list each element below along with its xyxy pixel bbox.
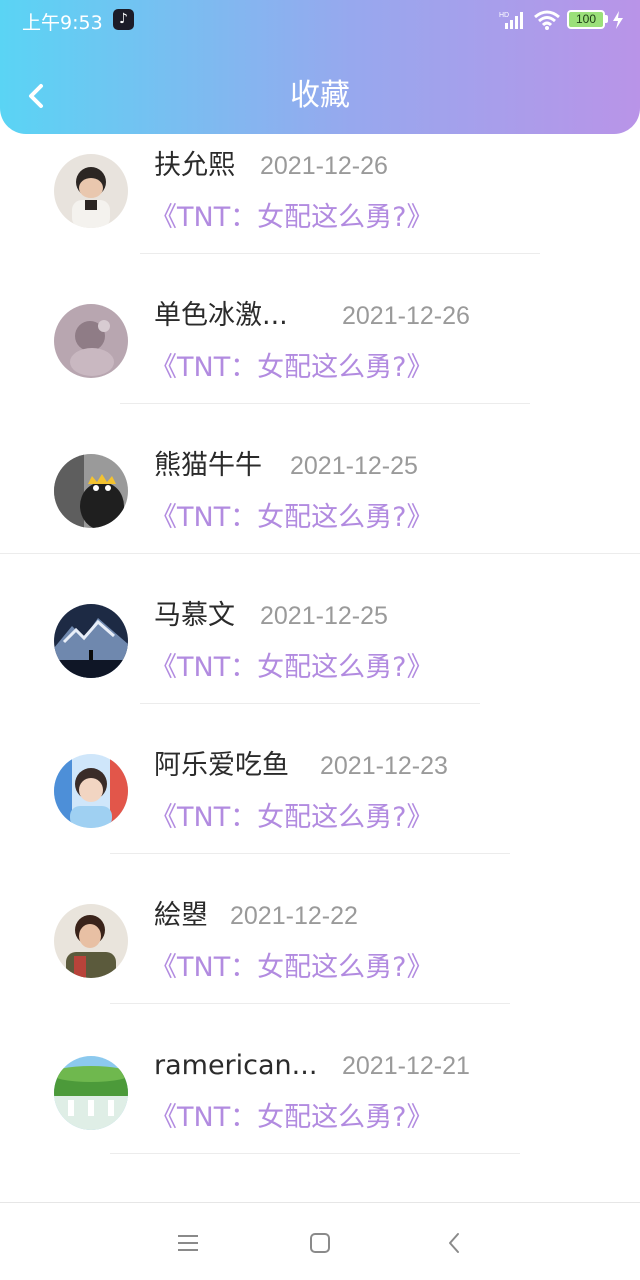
back-triangle-icon xyxy=(449,1233,459,1253)
user-name: 絵曌 xyxy=(154,900,208,931)
divider xyxy=(120,403,530,404)
list-item[interactable]: 熊猫牛牛 2021-12-25 《TNT：女配这么勇?》 xyxy=(0,434,640,584)
book-title-link[interactable]: 《TNT：女配这么勇?》 xyxy=(150,500,434,536)
list-item[interactable]: ramerican... 2021-12-21 《TNT：女配这么勇?》 xyxy=(0,1034,640,1184)
avatar-image xyxy=(54,154,128,228)
divider xyxy=(110,1003,510,1004)
list-item[interactable]: 絵曌 2021-12-22 《TNT：女配这么勇?》 xyxy=(0,884,640,1034)
divider xyxy=(140,253,540,254)
avatar-image xyxy=(54,604,128,678)
battery-indicator: 100 xyxy=(567,10,605,29)
user-name: 马慕文 xyxy=(154,600,235,631)
home-button[interactable] xyxy=(302,1225,338,1261)
book-title-link[interactable]: 《TNT：女配这么勇?》 xyxy=(150,800,434,836)
divider xyxy=(0,553,640,554)
list-item[interactable]: 单色冰激... 2021-12-26 《TNT：女配这么勇?》 xyxy=(0,284,640,434)
avatar[interactable] xyxy=(54,904,128,978)
avatar-image xyxy=(54,904,128,978)
date: 2021-12-22 xyxy=(230,902,358,930)
list-item[interactable]: 阿乐爱吃鱼 2021-12-23 《TNT：女配这么勇?》 xyxy=(0,734,640,884)
menu-icon xyxy=(178,1235,198,1251)
date: 2021-12-26 xyxy=(342,302,470,330)
date: 2021-12-25 xyxy=(260,602,388,630)
user-name: 熊猫牛牛 xyxy=(154,450,262,481)
avatar[interactable] xyxy=(54,304,128,378)
user-name: ramerican... xyxy=(154,1050,318,1081)
date: 2021-12-26 xyxy=(260,152,388,180)
header-bar: 上午9:53 ♪ HD 100 收藏 xyxy=(0,0,640,134)
signal-icon: HD xyxy=(499,12,523,29)
system-back-button[interactable] xyxy=(436,1225,472,1261)
avatar[interactable] xyxy=(54,454,128,528)
status-time: 上午9:53 xyxy=(22,12,103,34)
date: 2021-12-25 xyxy=(290,452,418,480)
avatar[interactable] xyxy=(54,604,128,678)
date: 2021-12-21 xyxy=(342,1052,470,1080)
list-item[interactable]: 扶允熙 2021-12-26 《TNT：女配这么勇?》 xyxy=(0,134,640,284)
page-title: 收藏 xyxy=(290,78,350,113)
avatar[interactable] xyxy=(54,1056,128,1130)
status-bar: 上午9:53 ♪ HD 100 xyxy=(0,0,640,40)
book-title-link[interactable]: 《TNT：女配这么勇?》 xyxy=(150,650,434,686)
divider xyxy=(110,853,510,854)
tiktok-icon: ♪ xyxy=(113,9,134,30)
wifi-icon xyxy=(534,10,560,30)
avatar-image xyxy=(54,1056,128,1130)
book-title-link[interactable]: 《TNT：女配这么勇?》 xyxy=(150,350,434,386)
system-nav-bar xyxy=(0,1202,640,1280)
user-name: 扶允熙 xyxy=(154,150,235,181)
date: 2021-12-23 xyxy=(320,752,448,780)
avatar[interactable] xyxy=(54,754,128,828)
divider xyxy=(140,703,480,704)
avatar-image xyxy=(54,754,128,828)
avatar-image xyxy=(54,304,128,378)
book-title-link[interactable]: 《TNT：女配这么勇?》 xyxy=(150,200,434,236)
user-name: 单色冰激... xyxy=(154,300,288,331)
menu-button[interactable] xyxy=(170,1225,206,1261)
network-label: HD xyxy=(499,12,509,19)
battery-tip xyxy=(605,15,608,23)
list-item[interactable]: 马慕文 2021-12-25 《TNT：女配这么勇?》 xyxy=(0,584,640,734)
charging-bolt-icon xyxy=(613,11,623,29)
home-square-icon xyxy=(310,1233,330,1253)
book-title-link[interactable]: 《TNT：女配这么勇?》 xyxy=(150,950,434,986)
avatar-image xyxy=(54,454,128,528)
avatar[interactable] xyxy=(54,154,128,228)
book-title-link[interactable]: 《TNT：女配这么勇?》 xyxy=(150,1100,434,1136)
user-name: 阿乐爱吃鱼 xyxy=(154,750,289,781)
favorites-list: 扶允熙 2021-12-26 《TNT：女配这么勇?》 单色冰激... 2021… xyxy=(0,134,640,1202)
divider xyxy=(110,1153,520,1154)
